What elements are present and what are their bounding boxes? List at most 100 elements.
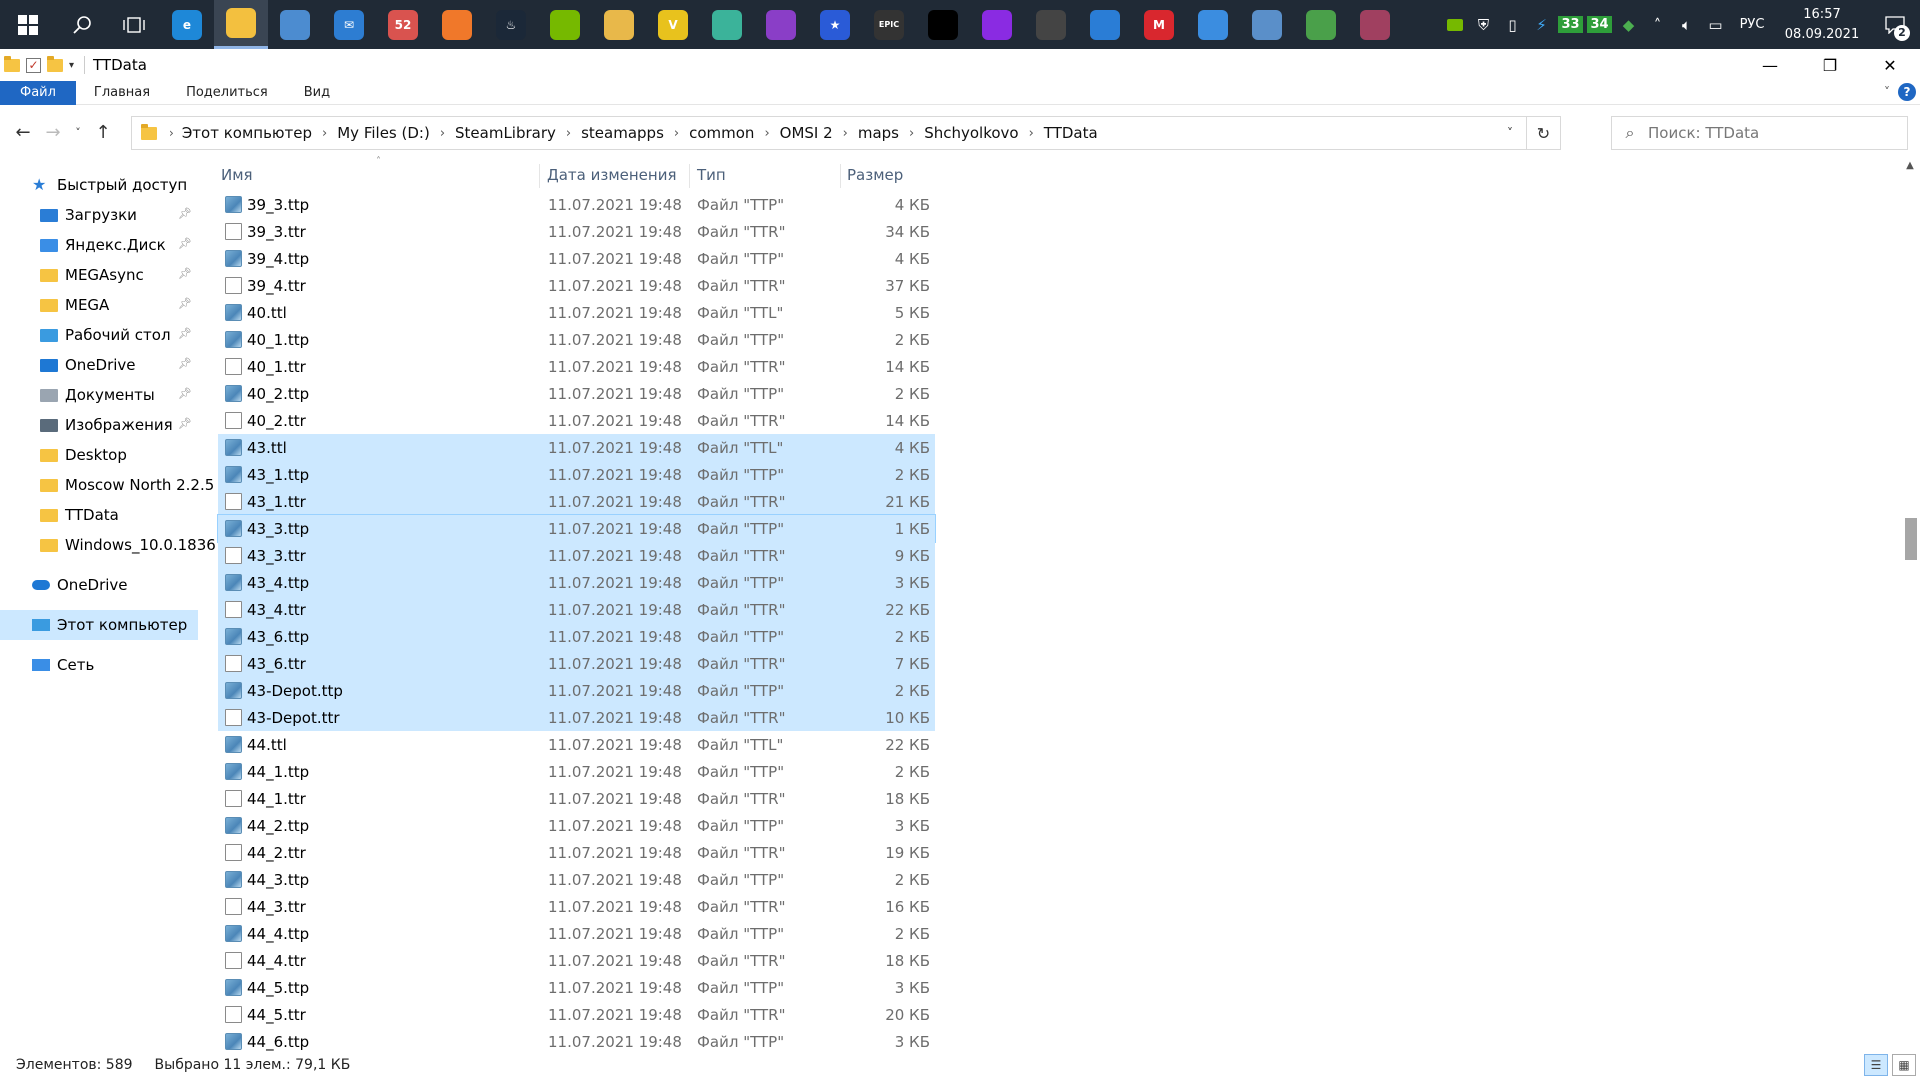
volume-icon[interactable]: 🔈︎ xyxy=(1672,0,1701,49)
taskbar-app[interactable] xyxy=(1348,0,1402,49)
search-input[interactable]: ⌕ Поиск: TTData xyxy=(1611,116,1908,150)
temperature-badge-1[interactable]: 33 xyxy=(1556,0,1585,49)
table-row[interactable]: 43_4.ttp 11.07.2021 19:48 Файл "TTP" 3 КБ xyxy=(218,569,935,596)
table-row[interactable]: 44_5.ttr 11.07.2021 19:48 Файл "TTR" 20 КБ xyxy=(218,1001,935,1028)
pin-icon[interactable]: 📌︎ xyxy=(178,327,192,340)
taskbar-app[interactable]: e xyxy=(160,0,214,49)
chevron-right-icon[interactable]: › xyxy=(909,126,914,141)
pin-icon[interactable]: 📌︎ xyxy=(178,357,192,370)
nav-item[interactable]: OneDrive 📌︎ xyxy=(0,350,198,380)
table-row[interactable]: 44.ttl 11.07.2021 19:48 Файл "TTL" 22 КБ xyxy=(218,731,935,758)
taskbar-app[interactable] xyxy=(754,0,808,49)
chevron-up-icon[interactable]: ˄ xyxy=(1643,0,1672,49)
nav-item[interactable]: Desktop xyxy=(0,440,198,470)
column-header-date[interactable]: Дата изменения xyxy=(547,160,687,190)
column-divider[interactable] xyxy=(840,164,841,188)
nav-onedrive[interactable]: OneDrive xyxy=(0,570,198,600)
breadcrumb-item[interactable]: SteamLibrary › xyxy=(455,124,581,142)
chevron-right-icon[interactable]: › xyxy=(674,126,679,141)
help-icon[interactable]: ? xyxy=(1898,83,1916,101)
table-row[interactable]: 43.ttl 11.07.2021 19:48 Файл "TTL" 4 КБ xyxy=(218,434,935,461)
taskbar-app[interactable] xyxy=(538,0,592,49)
tab-file[interactable]: Файл xyxy=(0,80,76,105)
table-row[interactable]: 44_3.ttp 11.07.2021 19:48 Файл "TTP" 2 КБ xyxy=(218,866,935,893)
nav-item[interactable]: MEGA 📌︎ xyxy=(0,290,198,320)
search-button[interactable] xyxy=(56,0,108,49)
table-row[interactable]: 43_6.ttp 11.07.2021 19:48 Файл "TTP" 2 КБ xyxy=(218,623,935,650)
table-row[interactable]: 43_3.ttp 11.07.2021 19:48 Файл "TTP" 1 КБ xyxy=(217,514,936,543)
minimize-button[interactable]: — xyxy=(1740,49,1800,81)
vertical-scrollbar[interactable]: ▲ xyxy=(1900,160,1920,1050)
taskbar-app[interactable]: M xyxy=(1132,0,1186,49)
table-row[interactable]: 39_4.ttp 11.07.2021 19:48 Файл "TTP" 4 КБ xyxy=(218,245,935,272)
taskbar-app[interactable] xyxy=(268,0,322,49)
taskbar-app[interactable] xyxy=(1078,0,1132,49)
temperature-badge-2[interactable]: 34 xyxy=(1585,0,1614,49)
breadcrumb-item[interactable]: steamapps › xyxy=(581,124,689,142)
maximize-button[interactable]: ❐ xyxy=(1800,49,1860,81)
breadcrumb-item[interactable]: OMSI 2 › xyxy=(780,124,858,142)
breadcrumb-item[interactable]: TTData xyxy=(1044,124,1098,142)
table-row[interactable]: 40_2.ttp 11.07.2021 19:48 Файл "TTP" 2 КБ xyxy=(218,380,935,407)
scroll-thumb[interactable] xyxy=(1905,518,1917,560)
lightning-app-icon[interactable]: ⚡ xyxy=(1527,0,1556,49)
pin-icon[interactable]: 📌︎ xyxy=(178,267,192,280)
taskbar-app[interactable] xyxy=(1240,0,1294,49)
breadcrumb-item[interactable]: My Files (D:) › xyxy=(337,124,455,142)
nav-item[interactable]: MEGAsync 📌︎ xyxy=(0,260,198,290)
nav-item[interactable]: Яндекс.Диск 📌︎ xyxy=(0,230,198,260)
table-row[interactable]: 44_3.ttr 11.07.2021 19:48 Файл "TTR" 16 КБ xyxy=(218,893,935,920)
language-indicator[interactable]: РУС xyxy=(1730,17,1774,32)
table-row[interactable]: 43_1.ttp 11.07.2021 19:48 Файл "TTP" 2 КБ xyxy=(218,461,935,488)
chevron-right-icon[interactable]: › xyxy=(764,126,769,141)
breadcrumb-item[interactable]: common › xyxy=(689,124,780,142)
taskbar-app[interactable]: ★ xyxy=(808,0,862,49)
taskbar-app[interactable] xyxy=(970,0,1024,49)
table-row[interactable]: 40_1.ttr 11.07.2021 19:48 Файл "TTR" 14 КБ xyxy=(218,353,935,380)
pin-icon[interactable]: 📌︎ xyxy=(178,297,192,310)
chevron-right-icon[interactable]: › xyxy=(322,126,327,141)
column-header-name[interactable]: Имя ˄ xyxy=(221,156,541,190)
close-button[interactable]: ✕ xyxy=(1860,49,1920,81)
column-header-size[interactable]: Размер xyxy=(847,160,937,190)
tab-view[interactable]: Вид xyxy=(286,81,348,105)
nav-item[interactable]: Изображения 📌︎ xyxy=(0,410,198,440)
table-row[interactable]: 43_3.ttr 11.07.2021 19:48 Файл "TTR" 9 КБ xyxy=(218,542,935,569)
table-row[interactable]: 39_4.ttr 11.07.2021 19:48 Файл "TTR" 37 КБ xyxy=(218,272,935,299)
usb-drive-icon[interactable]: ▯ xyxy=(1498,0,1527,49)
nvidia-tray-icon[interactable] xyxy=(1440,0,1469,49)
table-row[interactable]: 40.ttl 11.07.2021 19:48 Файл "TTL" 5 КБ xyxy=(218,299,935,326)
start-button[interactable] xyxy=(0,0,56,49)
taskbar-app[interactable]: ✉ xyxy=(322,0,376,49)
table-row[interactable]: 40_1.ttp 11.07.2021 19:48 Файл "TTP" 2 КБ xyxy=(218,326,935,353)
taskbar-app[interactable] xyxy=(916,0,970,49)
network-app-icon[interactable]: ◆ xyxy=(1614,0,1643,49)
nav-item[interactable]: Документы 📌︎ xyxy=(0,380,198,410)
table-row[interactable]: 44_1.ttp 11.07.2021 19:48 Файл "TTP" 2 КБ xyxy=(218,758,935,785)
nav-item[interactable]: TTData xyxy=(0,500,198,530)
network-icon[interactable]: ▭ xyxy=(1701,0,1730,49)
taskbar-app[interactable] xyxy=(592,0,646,49)
column-header-type[interactable]: Тип xyxy=(697,160,837,190)
customize-toolbar-icon[interactable]: ▾ xyxy=(69,60,74,71)
table-row[interactable]: 44_4.ttp 11.07.2021 19:48 Файл "TTP" 2 КБ xyxy=(218,920,935,947)
refresh-button[interactable]: ↻ xyxy=(1526,117,1560,149)
table-row[interactable]: 44_4.ttr 11.07.2021 19:48 Файл "TTR" 18 КБ xyxy=(218,947,935,974)
pin-icon[interactable]: 📌︎ xyxy=(178,207,192,220)
chevron-right-icon[interactable]: › xyxy=(440,126,445,141)
tab-share[interactable]: Поделиться xyxy=(168,81,286,105)
nav-quick-access[interactable]: ★ Быстрый доступ xyxy=(0,170,198,200)
pin-icon[interactable]: 📌︎ xyxy=(178,417,192,430)
taskbar-app[interactable] xyxy=(1024,0,1078,49)
properties-icon[interactable]: ✓ xyxy=(26,57,41,73)
scroll-up-arrow[interactable]: ▲ xyxy=(1900,160,1920,180)
chevron-right-icon[interactable]: › xyxy=(1029,126,1034,141)
clock[interactable]: 16:57 08.09.2021 xyxy=(1774,5,1870,45)
table-row[interactable]: 43_6.ttr 11.07.2021 19:48 Файл "TTR" 7 КБ xyxy=(218,650,935,677)
table-row[interactable]: 43_4.ttr 11.07.2021 19:48 Файл "TTR" 22 КБ xyxy=(218,596,935,623)
details-view-button[interactable]: ☰ xyxy=(1864,1054,1888,1076)
taskbar-app[interactable] xyxy=(1186,0,1240,49)
forward-button[interactable]: → xyxy=(38,113,68,151)
breadcrumb-item[interactable]: Shchyolkovo › xyxy=(924,124,1044,142)
taskbar-app[interactable] xyxy=(430,0,484,49)
